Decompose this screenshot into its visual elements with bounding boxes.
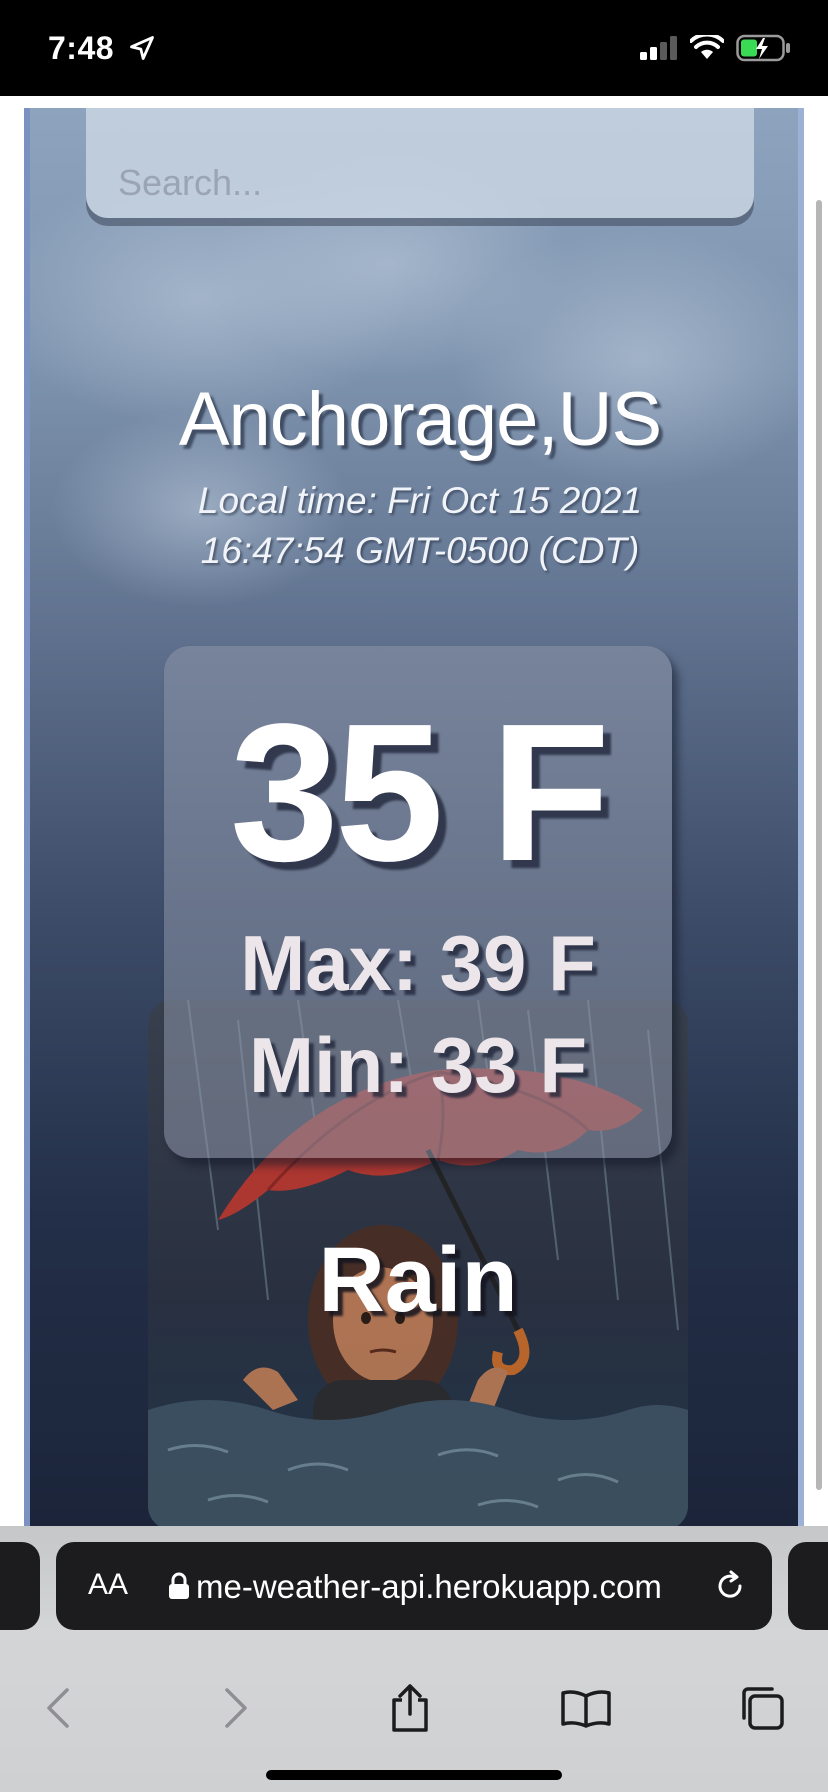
browser-toolbar: AA me-weather-api.herokuapp.com	[0, 1526, 828, 1792]
search-input[interactable]	[86, 108, 754, 218]
page-scrollbar[interactable]	[816, 200, 822, 1490]
min-temperature: Min: 33 F	[248, 1021, 587, 1109]
weather-app: Anchorage,US Local time: Fri Oct 15 2021…	[24, 108, 804, 1526]
cellular-signal-icon	[640, 36, 677, 60]
bookmarks-icon	[561, 1690, 611, 1728]
url-text[interactable]: me-weather-api.herokuapp.com	[196, 1568, 696, 1606]
tabs-icon	[742, 1687, 784, 1730]
home-indicator	[266, 1770, 562, 1780]
next-tab-preview[interactable]	[788, 1542, 828, 1630]
weather-condition: Rain	[318, 1229, 518, 1331]
status-bar: 7:48	[0, 0, 828, 96]
web-page: Anchorage,US Local time: Fri Oct 15 2021…	[0, 96, 828, 1526]
forward-icon	[225, 1688, 247, 1728]
share-button[interactable]	[382, 1680, 438, 1736]
forward-button[interactable]	[208, 1680, 264, 1736]
wifi-icon	[690, 35, 724, 59]
status-time: 7:48	[48, 30, 115, 66]
reload-icon[interactable]	[710, 1566, 750, 1606]
text-size-button[interactable]: AA	[88, 1568, 128, 1602]
address-bar[interactable]: AA me-weather-api.herokuapp.com	[56, 1542, 772, 1630]
search-box	[86, 108, 754, 218]
bookmarks-button[interactable]	[558, 1680, 614, 1736]
back-icon	[47, 1688, 69, 1728]
city-name: Anchorage,US	[178, 377, 662, 462]
lock-icon	[169, 1572, 189, 1599]
browser-nav-row	[0, 1646, 828, 1756]
status-icons	[640, 34, 792, 62]
current-temperature: 35 F	[229, 683, 610, 902]
back-button[interactable]	[30, 1680, 86, 1736]
max-temperature: Max: 39 F	[240, 919, 596, 1007]
share-icon	[392, 1684, 428, 1732]
battery-charging-icon	[736, 34, 790, 62]
location-arrow-icon	[130, 36, 154, 60]
local-time: Local time: Fri Oct 15 2021 16:47:54 GMT…	[197, 480, 643, 571]
tabs-button[interactable]	[734, 1680, 790, 1736]
previous-tab-preview[interactable]	[0, 1542, 40, 1630]
